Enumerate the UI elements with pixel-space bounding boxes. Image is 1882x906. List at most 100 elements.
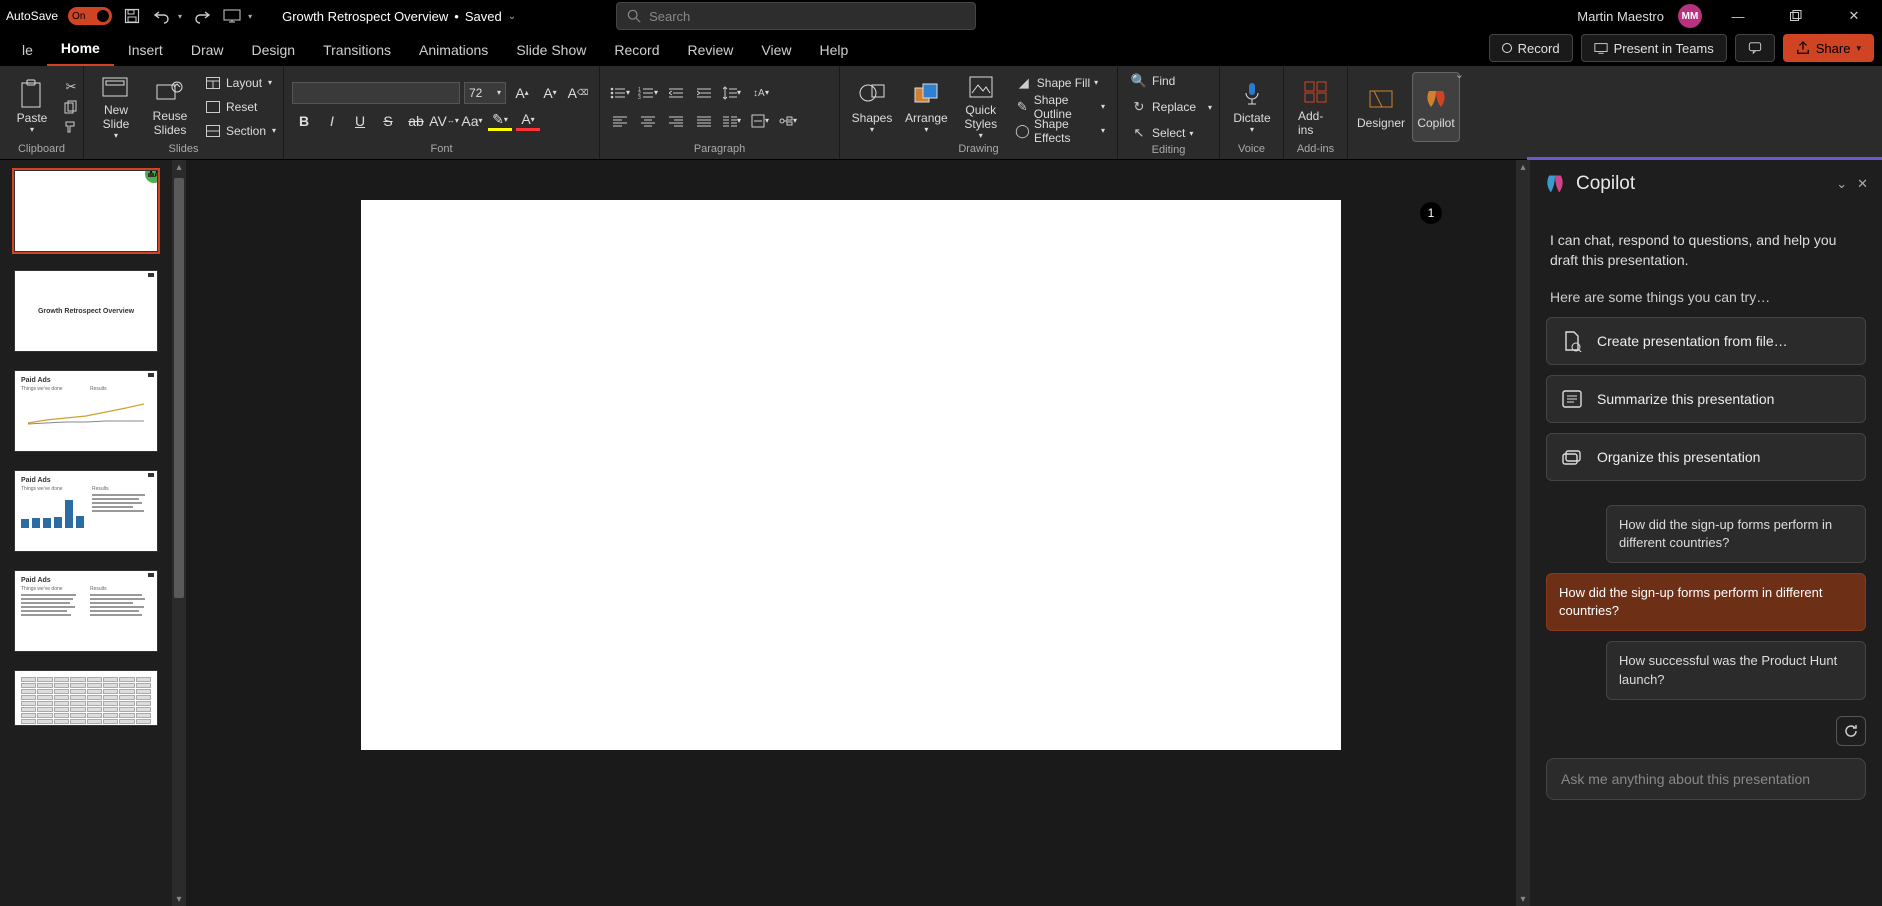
new-slide-button[interactable]: New Slide▾	[92, 72, 140, 142]
tab-insert[interactable]: Insert	[114, 36, 177, 66]
copilot-action-create[interactable]: Create presentation from file…	[1546, 317, 1866, 365]
thumbnail-4[interactable]: Paid Ads Things we've done Results	[14, 470, 158, 552]
search-input[interactable]: Search	[616, 2, 976, 30]
close-button[interactable]: ✕	[1832, 1, 1876, 31]
increase-font-icon[interactable]: A▴	[510, 81, 534, 105]
tab-design[interactable]: Design	[238, 36, 310, 66]
align-center-button[interactable]	[636, 109, 660, 133]
copilot-suggestion-2[interactable]: How did the sign-up forms perform in dif…	[1546, 573, 1866, 631]
tab-slideshow[interactable]: Slide Show	[502, 36, 600, 66]
tab-transitions[interactable]: Transitions	[309, 36, 405, 66]
user-avatar[interactable]: MM	[1678, 4, 1702, 28]
underline-button[interactable]: U	[348, 109, 372, 133]
find-button[interactable]: 🔍Find	[1126, 70, 1216, 92]
cut-icon[interactable]: ✂	[62, 78, 80, 96]
share-button[interactable]: Share▾	[1783, 34, 1874, 62]
decrease-indent-button[interactable]	[664, 81, 688, 105]
select-button[interactable]: ↖Select▾	[1126, 122, 1216, 144]
redo-icon[interactable]	[192, 6, 212, 26]
ribbon-collapse-button[interactable]: ⌄	[1455, 68, 1464, 81]
tab-review[interactable]: Review	[674, 36, 748, 66]
justify-button[interactable]	[692, 109, 716, 133]
tab-help[interactable]: Help	[806, 36, 863, 66]
paste-button[interactable]: Paste ▾	[8, 72, 56, 142]
thumbnail-3[interactable]: Paid Ads Things we've done Results	[14, 370, 158, 452]
thumbnail-scrollbar[interactable]: ▴ ▾	[172, 160, 186, 906]
copilot-close-button[interactable]: ✕	[1857, 176, 1868, 192]
record-button[interactable]: Record	[1489, 34, 1573, 62]
increase-indent-button[interactable]	[692, 81, 716, 105]
present-in-teams-button[interactable]: Present in Teams	[1581, 34, 1727, 62]
qat-customize[interactable]: ▾	[248, 12, 252, 21]
save-icon[interactable]	[122, 6, 142, 26]
format-painter-icon[interactable]	[62, 118, 80, 136]
layout-button[interactable]: Layout▾	[200, 72, 280, 94]
shape-effects-button[interactable]: ◯Shape Effects▾	[1011, 120, 1109, 142]
scroll-down-icon[interactable]: ▾	[172, 892, 186, 906]
copilot-expand-button[interactable]: ⌄	[1836, 176, 1847, 192]
dictate-button[interactable]: Dictate▾	[1228, 72, 1276, 142]
designer-button[interactable]: Designer	[1356, 72, 1406, 142]
bullets-button[interactable]: ▾	[608, 81, 632, 105]
line-spacing-button[interactable]: ▾	[720, 81, 744, 105]
slide-canvas[interactable]: 1	[186, 160, 1516, 906]
italic-button[interactable]: I	[320, 109, 344, 133]
font-name-combo[interactable]	[292, 82, 460, 104]
font-color-button[interactable]: A▾	[516, 111, 540, 131]
copy-icon[interactable]	[62, 98, 80, 116]
chevron-down-icon[interactable]: ⌄	[508, 11, 516, 22]
scroll-down-icon[interactable]: ▾	[1516, 892, 1530, 906]
char-spacing-button[interactable]: AV↔▾	[432, 109, 456, 133]
bold-button[interactable]: B	[292, 109, 316, 133]
slide-thumbnails[interactable]: AA Growth Retrospect Overview Paid Ads T…	[0, 160, 172, 906]
copilot-suggestion-1[interactable]: How did the sign-up forms perform in dif…	[1606, 505, 1866, 563]
thumbnail-1[interactable]: AA	[14, 170, 158, 252]
tab-file[interactable]: le	[8, 36, 47, 66]
comments-button[interactable]	[1735, 34, 1775, 62]
maximize-button[interactable]	[1774, 1, 1818, 31]
decrease-font-icon[interactable]: A▾	[538, 81, 562, 105]
quick-styles-button[interactable]: Quick Styles▾	[957, 72, 1005, 142]
shape-fill-button[interactable]: ◢Shape Fill▾	[1011, 72, 1109, 94]
tab-home[interactable]: Home	[47, 34, 114, 66]
document-title[interactable]: Growth Retrospect Overview • Saved ⌄	[282, 9, 516, 24]
tab-draw[interactable]: Draw	[177, 36, 238, 66]
copilot-refresh-button[interactable]	[1836, 716, 1866, 746]
reuse-slides-button[interactable]: Reuse Slides	[146, 72, 194, 142]
columns-button[interactable]: ▾	[720, 109, 744, 133]
tab-animations[interactable]: Animations	[405, 36, 502, 66]
align-left-button[interactable]	[608, 109, 632, 133]
tab-record[interactable]: Record	[600, 36, 673, 66]
copilot-ribbon-button[interactable]: Copilot	[1412, 72, 1460, 142]
addins-button[interactable]: Add-ins	[1292, 72, 1340, 142]
canvas-scrollbar[interactable]: ▴ ▾	[1516, 160, 1530, 906]
thumbnail-6[interactable]	[14, 670, 158, 726]
current-slide[interactable]	[361, 200, 1341, 750]
shape-outline-button[interactable]: ✎Shape Outline▾	[1011, 96, 1109, 118]
align-right-button[interactable]	[664, 109, 688, 133]
replace-button[interactable]: ↻Replace▾	[1126, 96, 1216, 118]
copilot-input[interactable]: Ask me anything about this presentation	[1546, 758, 1866, 800]
reset-button[interactable]: Reset	[200, 96, 280, 118]
change-case-button[interactable]: Aa▾	[460, 109, 484, 133]
smartart-button[interactable]: ▾	[776, 109, 800, 133]
autosave-toggle[interactable]: On	[68, 7, 112, 25]
clear-formatting-icon[interactable]: A⌫	[566, 81, 590, 105]
present-from-start-icon[interactable]	[222, 6, 242, 26]
tab-view[interactable]: View	[747, 36, 805, 66]
undo-icon[interactable]	[152, 6, 172, 26]
align-text-button[interactable]: ▾	[748, 109, 772, 133]
thumbnail-5[interactable]: Paid Ads Things we've done Results	[14, 570, 158, 652]
section-button[interactable]: Section▾	[200, 120, 280, 142]
shapes-button[interactable]: Shapes▾	[848, 72, 896, 142]
copilot-suggestion-3[interactable]: How successful was the Product Hunt laun…	[1606, 641, 1866, 699]
scroll-up-icon[interactable]: ▴	[1516, 160, 1530, 174]
strike-button[interactable]: S	[376, 109, 400, 133]
minimize-button[interactable]: ―	[1716, 1, 1760, 31]
user-name[interactable]: Martin Maestro	[1577, 9, 1664, 24]
copilot-action-organize[interactable]: Organize this presentation	[1546, 433, 1866, 481]
copilot-action-summarize[interactable]: Summarize this presentation	[1546, 375, 1866, 423]
arrange-button[interactable]: Arrange▾	[902, 72, 951, 142]
numbering-button[interactable]: 123▾	[636, 81, 660, 105]
highlight-button[interactable]: ✎▾	[488, 111, 512, 131]
